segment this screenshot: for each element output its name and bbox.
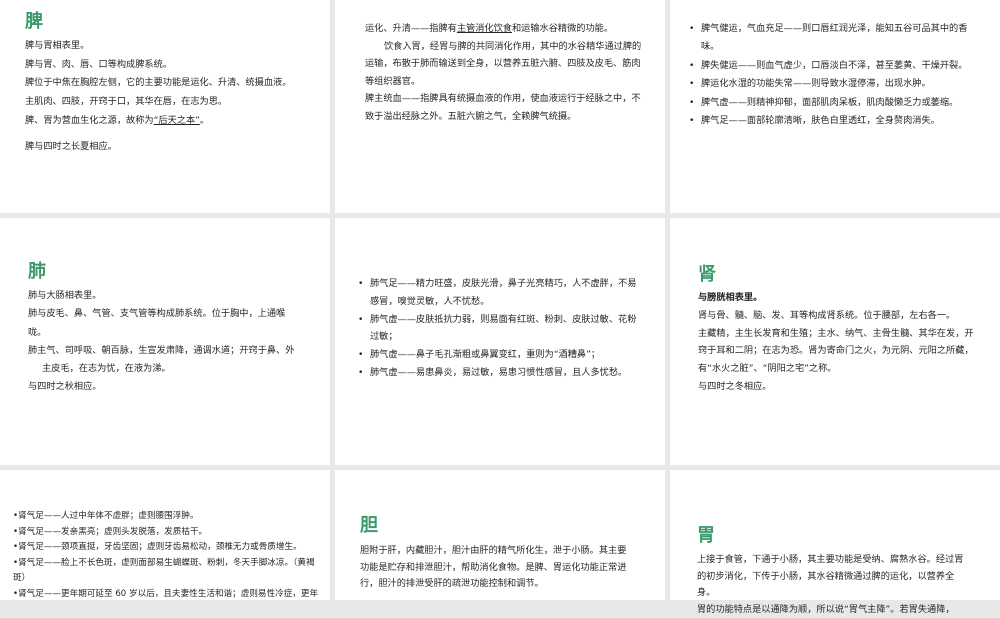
text-segment: 脾与胃、肉、唇、口等构成脾系统。 xyxy=(25,59,172,70)
slide-title: 肺 xyxy=(28,261,46,283)
slide-title: 肾 xyxy=(698,264,716,286)
slide-text-line: 肺气足——精力旺盛，皮肤光滑，鼻子光亮精巧，人不虚胖，不易感冒，嗅觉灵敏，人不忧… xyxy=(358,275,640,311)
slide-body: 肾气足——人过中年体不虚胖；虚则腰围浮肿。肾气足——发亲黑亮；虚则头发脱落，发质… xyxy=(13,509,323,603)
text-segment: 肺与皮毛、鼻、气管、支气管等构成肺系统。位于胸中，上通喉咙。 xyxy=(28,308,285,337)
text-segment: 和运输水谷精微的功能。 xyxy=(512,23,613,34)
text-segment: 肺气虚——鼻子毛孔渐粗或鼻翼变红，重则为“酒糟鼻”； xyxy=(370,349,600,360)
slide-text-line: 脾运化水湿的功能失常——则导致水湿停滞，出现水肿。 xyxy=(689,75,974,93)
text-segment: 脾失健运——则血气虚少，口唇淡白不泽，甚至萎黄、干燥开裂。 xyxy=(701,60,967,71)
slide-body: 肺与大肠相表里。肺与皮毛、鼻、气管、支气管等构成肺系统。位于胸中，上通喉咙。肺主… xyxy=(28,287,298,397)
slide-text-line: 肺与皮毛、鼻、气管、支气管等构成肺系统。位于胸中，上通喉咙。 xyxy=(28,305,298,342)
slide-body: 与膀胱相表里。肾与骨、髓、脑、发、耳等构成肾系统。位于腰部，左右各一。主藏精，主… xyxy=(698,289,976,396)
slide-text-line: 脾失健运——则血气虚少，口唇淡白不泽，甚至萎黄、干燥开裂。 xyxy=(689,57,974,75)
text-segment: 上接于食管，下通于小肠，其主要功能是受纳、腐熟水谷。经过胃的初步消化，下传于小肠… xyxy=(697,554,963,598)
text-segment: 与四时之冬相应。 xyxy=(698,381,772,392)
text-segment: 肾气足——发亲黑亮；虚则头发脱落，发质枯干。 xyxy=(18,527,207,537)
text-segment: 肾气足——颈项直挺，牙齿坚固；虚则牙齿易松动，颈椎无力或骨质增生。 xyxy=(18,542,302,552)
text-segment: 脾与四时之长夏相应。 xyxy=(25,141,117,152)
text-segment: 胆附于肝，内藏胆汁，胆汁由肝的精气所化生，泄于小肠。其主要功能是贮存和排泄胆汁，… xyxy=(360,545,626,589)
slide-body: 脾气健运，气血充足——则口唇红润光泽，能知五谷可品其中的香味。脾失健运——则血气… xyxy=(689,20,974,130)
slide-text-line: 主藏精，主生长发育和生殖；主水、纳气、主骨生髓、其华在发，开窍于耳和二阴；在志为… xyxy=(698,325,976,378)
text-segment: 脾气足——面部轮廓清晰，肤色白里透红，全身赘肉消失。 xyxy=(701,115,940,126)
text-segment: 肾气足——脸上不长色斑，虚则面部易生蝴蝶斑、粉刺，冬天手脚冰凉。（黄褐斑） xyxy=(13,558,315,584)
slide-text-line: 脾主统血——指脾具有统摄血液的作用，使血液运行于经脉之中，不致于溢出经脉之外。五… xyxy=(365,90,645,125)
text-segment: 肺气虚——皮肤抵抗力弱，则易面有红斑、粉刺、皮肤过敏、花粉过敏； xyxy=(370,314,636,343)
slide-body: 上接于食管，下通于小肠，其主要功能是受纳、腐熟水谷。经过胃的初步消化，下传于小肠… xyxy=(697,552,969,618)
text-segment: 脾运化水湿的功能失常——则导致水湿停滞，出现水肿。 xyxy=(701,78,931,89)
text-segment: 。 xyxy=(200,115,209,126)
slide-body: 肺气足——精力旺盛，皮肤光滑，鼻子光亮精巧，人不虚胖，不易感冒，嗅觉灵敏，人不忧… xyxy=(358,275,640,382)
slide-text-line: 与四时之冬相应。 xyxy=(698,378,976,396)
slide-text-line: 肾气足——发亲黑亮；虚则头发脱落，发质枯干。 xyxy=(13,525,323,541)
slide-title: 脾 xyxy=(25,11,43,33)
slide-text-line: 肾与骨、髓、脑、发、耳等构成肾系统。位于腰部，左右各一。 xyxy=(698,307,976,325)
slide-text-line: 胃的功能特点是以通降为顺，所以说“胃气主降”。若胃失通降， xyxy=(697,602,969,618)
slide-text-line: 脾与四时之长夏相应。 xyxy=(25,138,325,157)
slide-text-line: 肺气虚——鼻子毛孔渐粗或鼻翼变红，重则为“酒糟鼻”； xyxy=(358,346,640,364)
slide-text-line: 肺主气、司呼吸、朝百脉，生宣发肃降，通调水道；开窍于鼻、外主皮毛，在志为忧，在液… xyxy=(28,342,298,379)
text-segment: 与膀胱相表里。 xyxy=(698,292,762,303)
text-segment: 与四时之秋相应。 xyxy=(28,381,102,392)
text-segment: 肺气足——精力旺盛，皮肤光滑，鼻子光亮精巧，人不虚胖，不易感冒，嗅觉灵敏，人不忧… xyxy=(370,278,636,307)
slide-text-line: 脾与胃相表里。 xyxy=(25,37,325,56)
text-segment: 主肌肉、四肢，开窍于口，其华在唇，在志为思。 xyxy=(25,96,227,107)
text-segment: 脾气虚——则精神抑郁，面部肌肉呆板，肌肉酸懒乏力或萎缩。 xyxy=(701,97,958,108)
slide-text-line: 肺气虚——皮肤抵抗力弱，则易面有红斑、粉刺、皮肤过敏、花粉过敏； xyxy=(358,311,640,347)
text-segment: 脾、胃为营血生化之源，故称为 xyxy=(25,115,154,126)
text-segment: 脾主统血——指脾具有统摄血液的作用，使血液运行于经脉之中，不致于溢出经脉之外。五… xyxy=(365,93,641,122)
text-segment: 脾位于中焦在胸腔左侧，它的主要功能是运化、升清、统摄血液。 xyxy=(25,77,291,88)
text-segment: 肾气足——更年期可延至 60 岁以后，且夫妻性生活和谐；虚则易性冷症，更年 xyxy=(18,589,318,599)
slide-title: 胃 xyxy=(697,525,715,547)
slide-text-line: 肺与大肠相表里。 xyxy=(28,287,298,305)
slide-text-line: 脾气足——面部轮廓清晰，肤色白里透红，全身赘肉消失。 xyxy=(689,112,974,130)
slide-text-line: 胆附于肝，内藏胆汁，胆汁由肝的精气所化生，泄于小肠。其主要功能是贮存和排泄胆汁，… xyxy=(360,543,630,593)
slide-text-line: 饮食入胃，经胃与脾的共同消化作用，其中的水谷精华通过脾的运输，布散于肺而输送到全… xyxy=(365,38,645,91)
slide-text-line: 脾气健运，气血充足——则口唇红润光泽，能知五谷可品其中的香味。 xyxy=(689,20,974,57)
slide-text-line: 与膀胱相表里。 xyxy=(698,289,976,307)
underlined-text: “后天之本” xyxy=(154,115,200,126)
slide-text-line: 运化、升清——指脾有主管消化饮食和运输水谷精微的功能。 xyxy=(365,20,645,38)
text-segment: 主藏精，主生长发育和生殖；主水、纳气、主骨生髓、其华在发，开窍于耳和二阴；在志为… xyxy=(698,328,974,375)
text-segment: 胃的功能特点是以通降为顺，所以说“胃气主降”。若胃失通降， xyxy=(697,604,955,615)
slide-text-line: 脾气虚——则精神抑郁，面部肌肉呆板，肌肉酸懒乏力或萎缩。 xyxy=(689,94,974,112)
slide-text-line: 肾气足——更年期可延至 60 岁以后，且夫妻性生活和谐；虚则易性冷症，更年 xyxy=(13,587,323,603)
slide-body: 脾与胃相表里。脾与胃、肉、唇、口等构成脾系统。脾位于中焦在胸腔左侧，它的主要功能… xyxy=(25,37,325,156)
slide-text-line: 肾气足——脸上不长色斑，虚则面部易生蝴蝶斑、粉刺，冬天手脚冰凉。（黄褐斑） xyxy=(13,556,323,587)
text-segment: 肺主气、司呼吸、朝百脉，生宣发肃降，通调水道；开窍于鼻、外主皮毛，在志为忧，在液… xyxy=(28,345,294,374)
slide-text-line: 脾位于中焦在胸腔左侧，它的主要功能是运化、升清、统摄血液。 xyxy=(25,74,325,93)
text-segment: 脾气健运，气血充足——则口唇红润光泽，能知五谷可品其中的香味。 xyxy=(701,23,967,52)
text-segment: 饮食入胃，经胃与脾的共同消化作用，其中的水谷精华通过脾的运输，布散于肺而输送到全… xyxy=(365,41,641,87)
slide-text-line: 肾气足——人过中年体不虚胖；虚则腰围浮肿。 xyxy=(13,509,323,525)
slide-text-line: 脾与胃、肉、唇、口等构成脾系统。 xyxy=(25,56,325,75)
slide-text-line: 主肌肉、四肢，开窍于口，其华在唇，在志为思。 xyxy=(25,93,325,112)
slide-text-line: 肺气虚——易患鼻炎，易过敏，易患习惯性感冒，且人多忧愁。 xyxy=(358,364,640,382)
slide-text-line: 与四时之秋相应。 xyxy=(28,378,298,396)
slide-body: 运化、升清——指脾有主管消化饮食和运输水谷精微的功能。饮食入胃，经胃与脾的共同消… xyxy=(365,20,645,126)
slide-text-line: 脾、胃为营血生化之源，故称为“后天之本”。 xyxy=(25,112,325,131)
text-segment: 肺与大肠相表里。 xyxy=(28,290,102,301)
slide-text-line: 上接于食管，下通于小肠，其主要功能是受纳、腐熟水谷。经过胃的初步消化，下传于小肠… xyxy=(697,552,969,602)
text-segment: 运化、升清——指脾有 xyxy=(365,23,457,34)
slide-title: 胆 xyxy=(360,515,378,537)
underlined-text: 主管消化饮食 xyxy=(457,23,512,34)
slide-body: 胆附于肝，内藏胆汁，胆汁由肝的精气所化生，泄于小肠。其主要功能是贮存和排泄胆汁，… xyxy=(360,543,630,593)
text-segment: 肾与骨、髓、脑、发、耳等构成肾系统。位于腰部，左右各一。 xyxy=(698,310,955,321)
text-segment: 脾与胃相表里。 xyxy=(25,40,89,51)
text-segment: 肾气足——人过中年体不虚胖；虚则腰围浮肿。 xyxy=(18,511,198,521)
text-segment: 肺气虚——易患鼻炎，易过敏，易患习惯性感冒，且人多忧愁。 xyxy=(370,367,627,378)
slide-text-line: 肾气足——颈项直挺，牙齿坚固；虚则牙齿易松动，颈椎无力或骨质增生。 xyxy=(13,540,323,556)
